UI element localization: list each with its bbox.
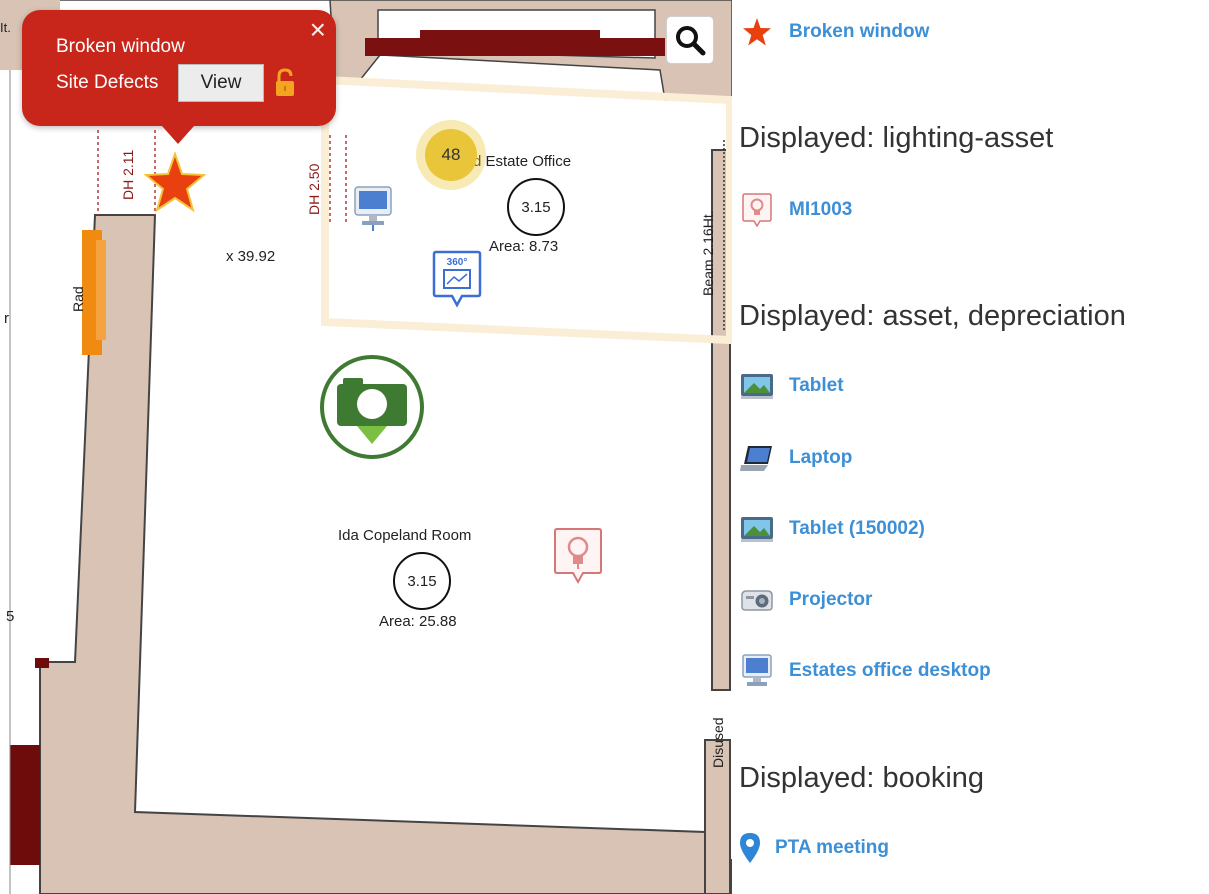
- floor-plan-map[interactable]: DH 2.11 DH 2.50 Beam 2.16Ht. Rad Disused…: [0, 0, 732, 894]
- disused-label: Disused: [710, 717, 726, 768]
- legend-item-label: PTA meeting: [775, 837, 890, 858]
- lightbulb-marker-icon[interactable]: [553, 527, 603, 590]
- laptop-icon: [739, 440, 775, 476]
- camera-marker-icon[interactable]: [319, 354, 425, 465]
- legend-item-pta-meeting[interactable]: PTA meeting: [739, 830, 889, 866]
- legend-item-label: Tablet: [789, 375, 844, 396]
- edge-label: It.: [0, 20, 11, 35]
- room-name: Ida Copeland Room: [338, 527, 472, 544]
- panorama-label: 360°: [447, 257, 468, 268]
- section-heading: Displayed: booking: [739, 762, 985, 794]
- doorway-height-label: DH 2.50: [306, 163, 322, 215]
- popup-tail: [162, 126, 194, 144]
- room-value-badge[interactable]: 3.15: [507, 178, 565, 236]
- edge-label: r: [4, 310, 9, 327]
- star-icon: [739, 14, 775, 50]
- view-button[interactable]: View: [178, 64, 264, 102]
- marker-popup: Broken window Site Defects View ×: [22, 10, 336, 144]
- legend-item-estates-office-desktop[interactable]: Estates office desktop: [739, 653, 991, 689]
- close-icon[interactable]: ×: [310, 16, 326, 44]
- desktop-marker-icon[interactable]: [352, 185, 396, 236]
- legend-item-tablet[interactable]: Tablet: [739, 368, 844, 404]
- room-area: Area: 25.88: [379, 613, 457, 630]
- tablet-icon: [739, 368, 775, 404]
- popup-layer-name: Site Defects: [56, 72, 159, 93]
- layer-legend-panel: Broken window Displayed: lighting-asset …: [732, 0, 1209, 894]
- legend-item-label: MI1003: [789, 199, 853, 220]
- legend-item-label: Projector: [789, 589, 873, 610]
- legend-item-label: Broken window: [789, 21, 930, 42]
- room-value-badge[interactable]: 3.15: [393, 552, 451, 610]
- projector-icon: [739, 582, 775, 618]
- location-pin-icon: [739, 830, 761, 866]
- search-icon: [676, 26, 706, 56]
- dimension-label: x 39.92: [226, 248, 276, 265]
- beam-label: Beam 2.16Ht.: [700, 210, 716, 296]
- search-button[interactable]: [666, 16, 714, 64]
- cluster-count: 48: [425, 129, 477, 181]
- legend-item-mi1003[interactable]: MI1003: [739, 192, 852, 228]
- desktop-icon: [739, 653, 775, 689]
- unlock-icon[interactable]: [274, 68, 296, 103]
- legend-item-label: Estates office desktop: [789, 660, 991, 681]
- legend-item-laptop[interactable]: Laptop: [739, 440, 852, 476]
- radiator-label: Rad: [70, 286, 86, 312]
- popup-title: Broken window: [56, 36, 185, 57]
- legend-item-tablet-150002[interactable]: Tablet (150002): [739, 511, 925, 547]
- tablet-icon: [739, 511, 775, 547]
- legend-item-broken-window[interactable]: Broken window: [739, 14, 929, 50]
- marker-cluster[interactable]: 48: [416, 120, 486, 190]
- legend-item-label: Tablet (150002): [789, 518, 925, 539]
- section-heading: Displayed: lighting-asset: [739, 122, 1054, 154]
- room-area: Area: 8.73: [489, 238, 559, 255]
- panorama-360-marker-icon[interactable]: 360°: [432, 250, 482, 313]
- legend-item-label: Laptop: [789, 447, 853, 468]
- section-heading: Displayed: asset, depreciation: [739, 300, 1126, 332]
- legend-item-projector[interactable]: Projector: [739, 582, 872, 618]
- edge-label: 5: [6, 608, 15, 625]
- doorway-height-label: DH 2.11: [120, 149, 136, 200]
- lightbulb-marker-icon: [739, 192, 775, 228]
- star-marker-icon[interactable]: [143, 150, 207, 219]
